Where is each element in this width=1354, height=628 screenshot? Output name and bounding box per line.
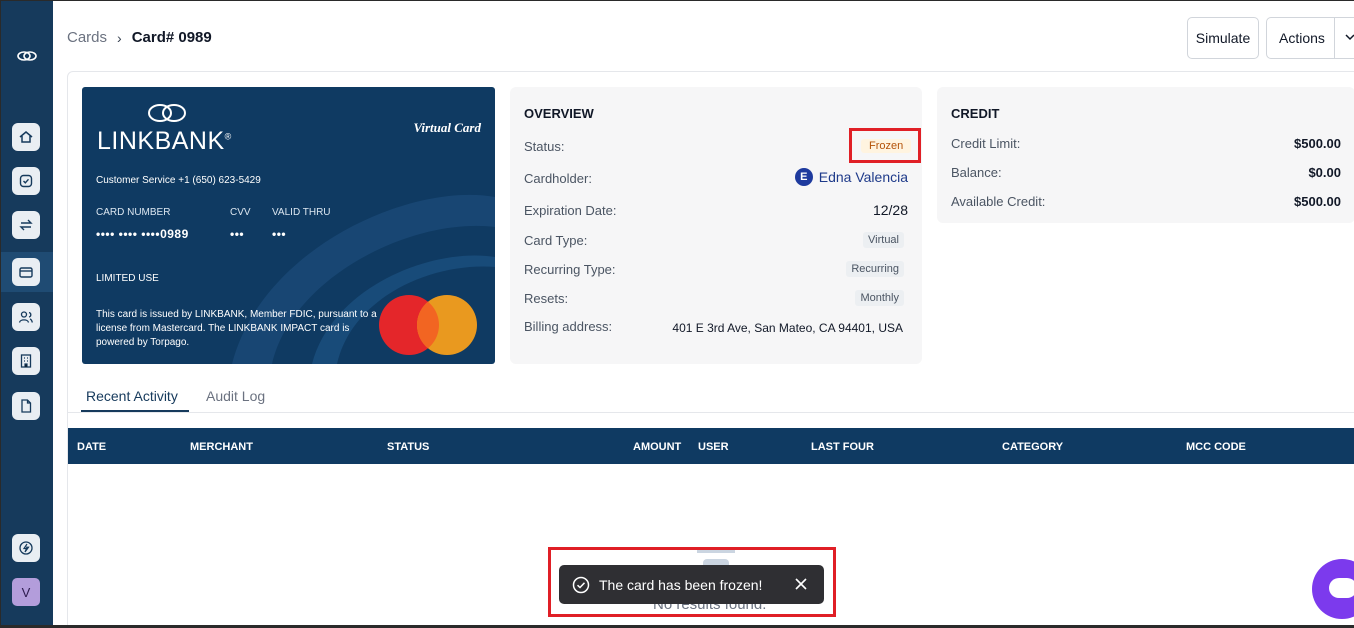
card-type-label: Virtual Card [413,120,481,135]
cardholder-link[interactable]: E Edna Valencia [794,168,908,186]
active-tab-underline [81,410,189,412]
available-credit-value: $500.00 [1294,194,1341,209]
cardholder-avatar: E [794,168,813,186]
chevron-down-icon[interactable] [1343,30,1354,44]
card-legal-text: This card is issued by LINKBANK, Member … [96,309,377,348]
linkbank-rings-logo [148,104,186,122]
resets-label: Resets: [524,291,569,306]
virtual-card-image: LINKBANK® Virtual Card Customer Service … [82,87,495,364]
credit-title: CREDIT [951,106,1000,121]
credit-limit-value: $500.00 [1294,136,1341,151]
column-merchant[interactable]: MERCHANT [190,441,253,453]
toast-message: The card has been frozen! [599,576,763,593]
building-icon[interactable] [12,347,40,375]
credit-limit-label: Credit Limit: [951,136,1021,151]
actions-divider [1334,18,1335,58]
resets-badge: Monthly [855,290,904,306]
column-status[interactable]: STATUS [387,441,429,453]
card-valid-value: ••• [272,227,287,241]
expiration-value: 12/28 [872,202,908,218]
close-icon[interactable] [794,577,808,591]
recurring-badge: Recurring [846,261,904,277]
card-limited-use: LIMITED USE [96,273,159,284]
chat-icon [1329,578,1354,598]
card-cvv-value: ••• [230,227,245,241]
activity-tabs: Recent Activity Audit Log [67,385,1354,413]
expiration-label: Expiration Date: [524,203,617,218]
status-label: Status: [524,139,565,154]
card-number-value: •••• •••• ••••0989 [96,227,189,241]
user-avatar[interactable]: V [12,578,40,606]
home-icon[interactable] [12,123,40,151]
balance-value: $0.00 [1308,165,1341,180]
status-badge: Frozen [861,139,912,153]
card-valid-label: VALID THRU [272,207,331,218]
actions-label: Actions [1279,30,1325,46]
check-circle-icon [572,576,590,593]
activity-table-header: DATE MERCHANT STATUS AMOUNT USER LAST FO… [68,428,1354,464]
billing-value: 401 E 3rd Ave, San Mateo, CA 94401, USA [672,321,903,335]
card-type-field-label: Card Type: [524,233,588,248]
app-root: V Cards › Card# 0989 Simulate Actions LI… [0,0,1354,628]
breadcrumb-cards-link[interactable]: Cards [67,29,107,46]
recurring-label: Recurring Type: [524,262,616,277]
breadcrumb: Cards › Card# 0989 [67,29,212,46]
available-credit-label: Available Credit: [951,194,1046,209]
logo-icon[interactable] [15,46,39,66]
column-user[interactable]: USER [698,441,729,453]
card-cvv-label: CVV [230,207,251,218]
card-brand: LINKBANK® [97,127,232,155]
cardholder-label: Cardholder: [524,171,592,186]
sidebar: V [1,1,53,628]
overview-title: OVERVIEW [524,106,594,121]
column-category[interactable]: CATEGORY [1002,441,1063,453]
actions-button[interactable]: Actions [1266,17,1354,59]
card-customer-service: Customer Service +1 (650) 623-5429 [96,175,261,186]
users-icon[interactable] [12,303,40,331]
billing-label: Billing address: [524,319,613,334]
card-number-label: CARD NUMBER [96,207,171,218]
card-type-badge: Virtual [863,232,904,248]
simulate-button[interactable]: Simulate [1187,17,1259,59]
card-icon[interactable] [12,258,40,286]
balance-label: Balance: [951,165,1002,180]
chevron-right-icon: › [117,29,122,46]
transfer-icon[interactable] [12,211,40,239]
tab-audit-log[interactable]: Audit Log [206,388,265,404]
credit-panel: CREDIT Credit Limit: $500.00 Balance: $0… [937,87,1354,223]
column-amount[interactable]: AMOUNT [633,441,681,453]
column-mcc-code[interactable]: MCC CODE [1186,441,1246,453]
lightning-icon[interactable] [12,534,40,562]
tab-recent-activity[interactable]: Recent Activity [86,388,178,404]
toast-notification: The card has been frozen! [559,565,824,604]
cardholder-name: Edna Valencia [818,169,908,185]
document-icon[interactable] [12,392,40,420]
page-title: Card# 0989 [131,29,212,46]
column-last-four[interactable]: LAST FOUR [811,441,874,453]
column-date[interactable]: DATE [77,441,106,453]
check-circle-icon[interactable] [12,167,40,195]
